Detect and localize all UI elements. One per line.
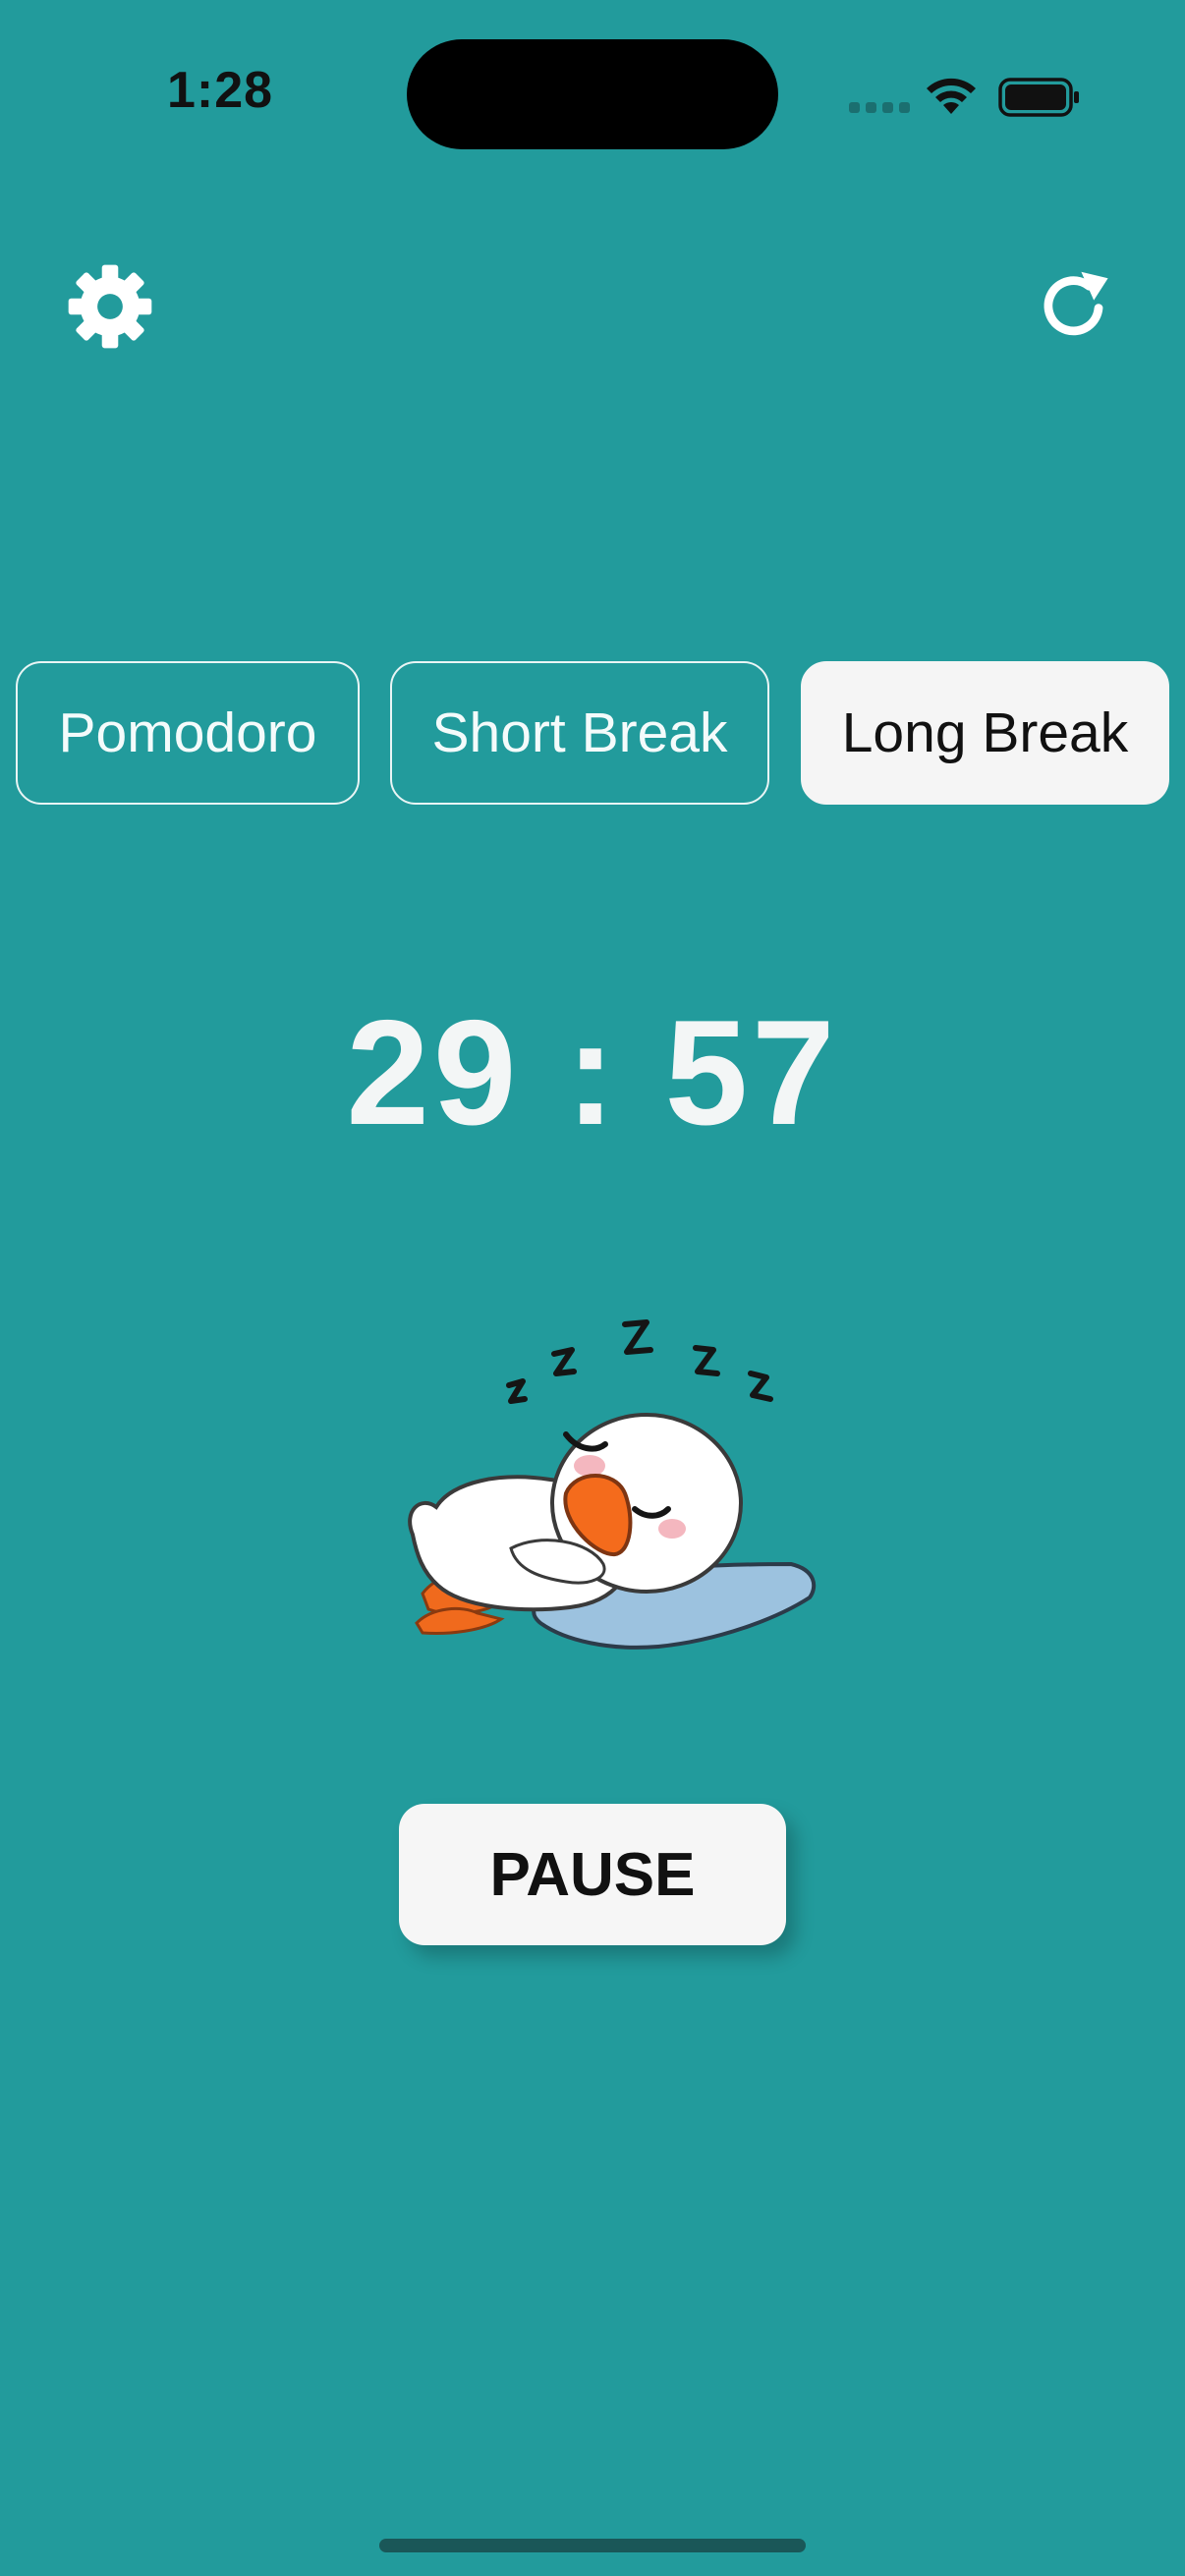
mode-tabs: Pomodoro Short Break Long Break: [0, 661, 1185, 809]
status-time: 1:28: [167, 62, 274, 119]
cellular-signal-icon: [849, 102, 910, 113]
timer-display: 29 : 57: [346, 989, 839, 1156]
wifi-icon: [927, 78, 976, 114]
pause-button[interactable]: PAUSE: [399, 1804, 786, 1945]
reset-button[interactable]: [1026, 257, 1124, 356]
home-indicator[interactable]: [379, 2539, 806, 2552]
refresh-icon: [1044, 271, 1108, 336]
tab-long-break[interactable]: Long Break: [801, 661, 1169, 805]
status-bar: 1:28: [0, 0, 1185, 187]
dynamic-island: [407, 39, 778, 149]
tab-short-break[interactable]: Short Break: [390, 661, 769, 805]
tab-pomodoro[interactable]: Pomodoro: [16, 661, 360, 805]
battery-icon: [998, 78, 1079, 117]
settings-button[interactable]: [61, 257, 159, 356]
gear-icon: [68, 264, 152, 349]
sleeping-duck-illustration: [408, 1319, 817, 1650]
